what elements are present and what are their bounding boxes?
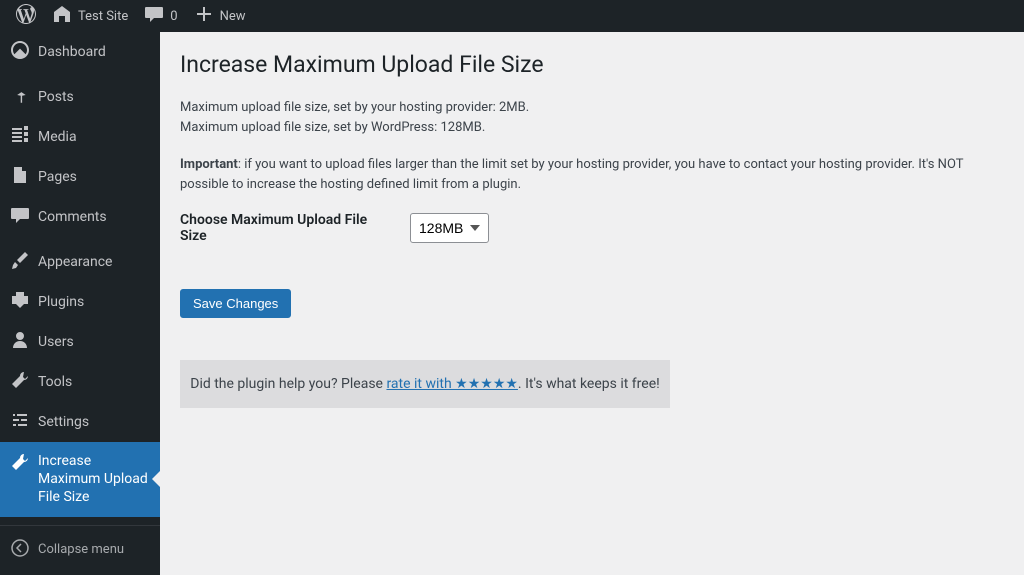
sidebar-label: Tools bbox=[38, 374, 72, 390]
rating-notice: Did the plugin help you? Please rate it … bbox=[180, 360, 670, 408]
sidebar-label: Media bbox=[38, 129, 77, 145]
comment-icon bbox=[144, 4, 164, 28]
sidebar-item-settings[interactable]: Settings bbox=[0, 402, 160, 442]
rate-link[interactable]: rate it with ★★★★★ bbox=[386, 376, 517, 392]
wp-logo-menu[interactable] bbox=[8, 0, 44, 32]
sidebar-label: Comments bbox=[38, 209, 107, 225]
sidebar-label: Posts bbox=[38, 89, 74, 105]
user-icon bbox=[10, 330, 30, 354]
home-icon bbox=[52, 4, 72, 28]
sidebar-item-appearance[interactable]: Appearance bbox=[0, 242, 160, 282]
sidebar-item-posts[interactable]: Posts bbox=[0, 77, 160, 117]
admin-sidebar: Dashboard Posts Media Pages Comments App… bbox=[0, 32, 160, 575]
sidebar-label: Increase Maximum Upload File Size bbox=[38, 452, 150, 507]
upload-size-select[interactable]: 128MB bbox=[410, 213, 489, 243]
site-name: Test Site bbox=[78, 9, 128, 24]
plus-icon bbox=[194, 4, 214, 28]
settings-icon bbox=[10, 410, 30, 434]
collapse-label: Collapse menu bbox=[38, 542, 124, 557]
sidebar-item-users[interactable]: Users bbox=[0, 322, 160, 362]
site-link[interactable]: Test Site bbox=[44, 0, 136, 32]
sidebar-label: Dashboard bbox=[38, 44, 106, 60]
main-content: Increase Maximum Upload File Size Maximu… bbox=[160, 32, 1024, 575]
important-text: : if you want to upload files larger tha… bbox=[180, 157, 963, 192]
sidebar-item-comments[interactable]: Comments bbox=[0, 197, 160, 237]
admin-toolbar: Test Site 0 New bbox=[0, 0, 1024, 32]
collapse-icon bbox=[10, 538, 30, 562]
important-label: Important bbox=[180, 157, 238, 172]
save-button[interactable]: Save Changes bbox=[180, 289, 291, 318]
hosting-limit-text: Maximum upload file size, set by your ho… bbox=[180, 98, 1004, 118]
sidebar-item-dashboard[interactable]: Dashboard bbox=[0, 32, 160, 72]
page-icon bbox=[10, 165, 30, 189]
new-content-link[interactable]: New bbox=[186, 0, 254, 32]
sidebar-label: Pages bbox=[38, 169, 77, 185]
comments-link[interactable]: 0 bbox=[136, 0, 185, 32]
sidebar-label: Users bbox=[38, 334, 74, 350]
choose-size-label: Choose Maximum Upload File Size bbox=[180, 212, 380, 244]
rate-suffix: . It's what keeps it free! bbox=[518, 376, 660, 392]
sidebar-item-pages[interactable]: Pages bbox=[0, 157, 160, 197]
dashboard-icon bbox=[10, 40, 30, 64]
collapse-menu[interactable]: Collapse menu bbox=[0, 525, 160, 570]
important-notice: Important: if you want to upload files l… bbox=[180, 155, 1004, 194]
sidebar-label: Settings bbox=[38, 414, 89, 430]
wrench-icon bbox=[10, 370, 30, 394]
page-title: Increase Maximum Upload File Size bbox=[180, 42, 1004, 98]
sidebar-item-increase-upload[interactable]: Increase Maximum Upload File Size bbox=[0, 442, 160, 517]
wordpress-limit-text: Maximum upload file size, set by WordPre… bbox=[180, 118, 1004, 138]
plugin-icon bbox=[10, 290, 30, 314]
sidebar-item-tools[interactable]: Tools bbox=[0, 362, 160, 402]
comments-count: 0 bbox=[170, 9, 177, 24]
wrench-icon bbox=[10, 452, 30, 476]
brush-icon bbox=[10, 250, 30, 274]
sidebar-label: Plugins bbox=[38, 294, 84, 310]
pin-icon bbox=[10, 85, 30, 109]
upload-size-row: Choose Maximum Upload File Size 128MB bbox=[180, 212, 1004, 244]
sidebar-item-media[interactable]: Media bbox=[0, 117, 160, 157]
wordpress-icon bbox=[16, 4, 36, 28]
new-label: New bbox=[220, 9, 246, 24]
sidebar-item-plugins[interactable]: Plugins bbox=[0, 282, 160, 322]
media-icon bbox=[10, 125, 30, 149]
rate-prefix: Did the plugin help you? Please bbox=[190, 376, 386, 392]
sidebar-label: Appearance bbox=[38, 254, 112, 270]
comment-icon bbox=[10, 205, 30, 229]
